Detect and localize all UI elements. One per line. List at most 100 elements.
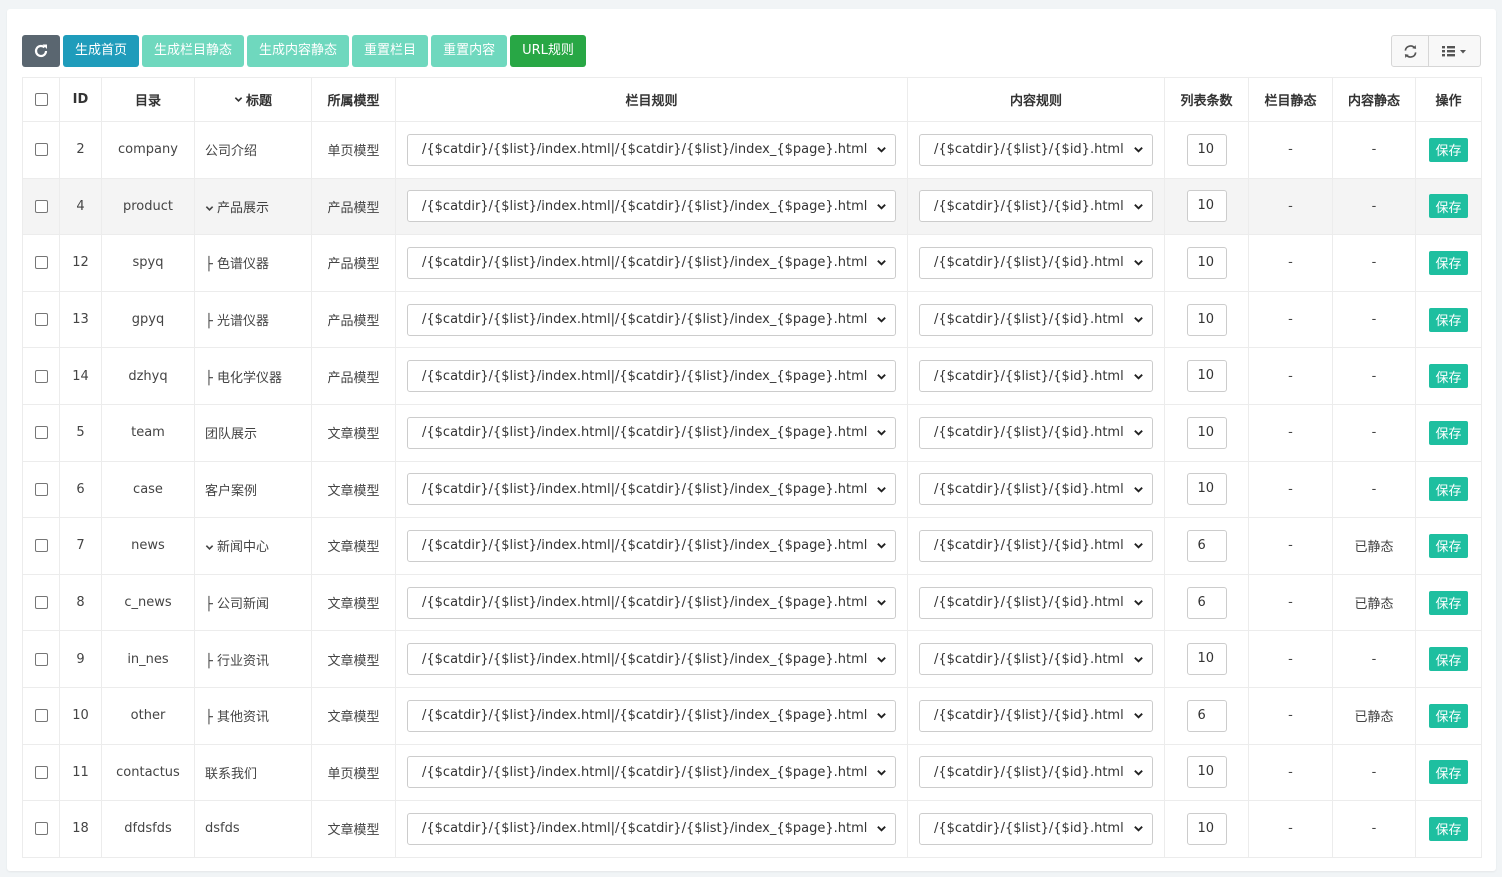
cell-content-static: -	[1332, 234, 1416, 292]
select-arrow-icon	[877, 713, 886, 719]
header-list-count[interactable]: 列表条数	[1164, 77, 1249, 122]
save-button[interactable]: 保存	[1429, 420, 1468, 445]
category-rule-value: /{$catdir}/{$list}/index.html|/{$catdir}…	[422, 708, 868, 724]
list-count-input[interactable]: 6	[1186, 529, 1227, 562]
content-rule-select[interactable]: /{$catdir}/{$list}/{$id}.html	[919, 303, 1153, 336]
content-rule-select[interactable]: /{$catdir}/{$list}/{$id}.html	[919, 812, 1153, 845]
cell-content-rule: /{$catdir}/{$list}/{$id}.html	[907, 573, 1165, 632]
category-rule-select[interactable]: /{$catdir}/{$list}/index.html|/{$catdir}…	[407, 246, 896, 279]
content-rule-select[interactable]: /{$catdir}/{$list}/{$id}.html	[919, 699, 1153, 732]
row-checkbox[interactable]	[34, 256, 48, 270]
content-rule-select[interactable]: /{$catdir}/{$list}/{$id}.html	[919, 416, 1153, 449]
content-rule-select[interactable]: /{$catdir}/{$list}/{$id}.html	[919, 190, 1153, 223]
category-rule-select[interactable]: /{$catdir}/{$list}/index.html|/{$catdir}…	[407, 416, 896, 449]
content-rule-select[interactable]: /{$catdir}/{$list}/{$id}.html	[919, 756, 1153, 789]
row-checkbox[interactable]	[34, 426, 48, 440]
header-content-static[interactable]: 内容静态	[1332, 77, 1416, 122]
list-count-input[interactable]: 10	[1186, 812, 1227, 845]
list-count-input[interactable]: 6	[1186, 586, 1227, 619]
list-count-input[interactable]: 10	[1186, 416, 1227, 449]
content-rule-select[interactable]: /{$catdir}/{$list}/{$id}.html	[919, 246, 1153, 279]
content-rule-select[interactable]: /{$catdir}/{$list}/{$id}.html	[919, 473, 1153, 506]
url-rules-button[interactable]: URL规则	[510, 35, 586, 67]
header-category-rule[interactable]: 栏目规则	[395, 77, 908, 122]
list-count-input[interactable]: 10	[1186, 190, 1227, 223]
row-checkbox[interactable]	[34, 709, 48, 723]
list-count-input[interactable]: 10	[1186, 303, 1227, 336]
generate-content-static-button[interactable]: 生成内容静态	[247, 35, 350, 67]
cell-content-rule: /{$catdir}/{$list}/{$id}.html	[907, 517, 1165, 575]
row-checkbox[interactable]	[34, 765, 48, 779]
category-rule-select[interactable]: /{$catdir}/{$list}/index.html|/{$catdir}…	[407, 190, 896, 223]
category-rule-select[interactable]: /{$catdir}/{$list}/index.html|/{$catdir}…	[407, 303, 896, 336]
category-rule-select[interactable]: /{$catdir}/{$list}/index.html|/{$catdir}…	[407, 360, 896, 393]
list-count-input[interactable]: 10	[1186, 360, 1227, 393]
generate-home-button[interactable]: 生成首页	[63, 35, 140, 67]
header-content-rule[interactable]: 内容规则	[907, 77, 1165, 122]
refresh-button[interactable]	[22, 35, 60, 67]
save-button[interactable]: 保存	[1429, 194, 1468, 219]
content-rule-select[interactable]: /{$catdir}/{$list}/{$id}.html	[919, 586, 1153, 619]
category-rule-select[interactable]: /{$catdir}/{$list}/index.html|/{$catdir}…	[407, 473, 896, 506]
cell-content-rule: /{$catdir}/{$list}/{$id}.html	[907, 460, 1165, 519]
category-rule-select[interactable]: /{$catdir}/{$list}/index.html|/{$catdir}…	[407, 529, 896, 562]
category-rule-select[interactable]: /{$catdir}/{$list}/index.html|/{$catdir}…	[407, 812, 896, 845]
select-all-checkbox[interactable]	[34, 93, 48, 106]
select-arrow-icon	[877, 769, 886, 776]
cell-model: 产品模型	[311, 347, 396, 405]
cell-title: ├ 色谱仪器	[194, 234, 312, 292]
save-button[interactable]: 保存	[1429, 364, 1468, 389]
list-count-input[interactable]: 10	[1186, 756, 1227, 789]
header-title[interactable]: 标题	[194, 77, 312, 122]
list-count-input[interactable]: 10	[1186, 473, 1227, 506]
reset-content-button[interactable]: 重置内容	[431, 35, 508, 67]
cell-id: 9	[59, 630, 102, 688]
save-button[interactable]: 保存	[1429, 477, 1468, 502]
table-refresh-button[interactable]	[1392, 36, 1428, 66]
save-button[interactable]: 保存	[1429, 250, 1468, 275]
category-rule-select[interactable]: /{$catdir}/{$list}/index.html|/{$catdir}…	[407, 643, 896, 676]
content-rule-select[interactable]: /{$catdir}/{$list}/{$id}.html	[919, 529, 1153, 562]
row-checkbox[interactable]	[34, 539, 48, 553]
save-button[interactable]: 保存	[1429, 307, 1468, 332]
reset-category-button[interactable]: 重置栏目	[352, 35, 429, 67]
content-rule-select[interactable]: /{$catdir}/{$list}/{$id}.html	[919, 643, 1153, 676]
row-checkbox[interactable]	[34, 822, 48, 836]
columns-toggle-button[interactable]	[1428, 36, 1480, 66]
save-button[interactable]: 保存	[1429, 703, 1468, 728]
header-id[interactable]: ID	[59, 77, 102, 122]
cell-action: 保存	[1415, 686, 1482, 745]
row-checkbox[interactable]	[34, 313, 48, 327]
content-rule-select[interactable]: /{$catdir}/{$list}/{$id}.html	[919, 360, 1153, 393]
list-count-input[interactable]: 10	[1186, 246, 1227, 279]
list-count-input[interactable]: 6	[1186, 699, 1227, 732]
list-count-input[interactable]: 10	[1186, 643, 1227, 676]
cell-title-text: 联系我们	[205, 766, 258, 782]
save-button[interactable]: 保存	[1429, 647, 1468, 672]
header-category-static[interactable]: 栏目静态	[1248, 77, 1333, 122]
row-checkbox[interactable]	[34, 596, 48, 610]
list-count-input[interactable]: 10	[1186, 133, 1227, 166]
row-checkbox[interactable]	[34, 482, 48, 496]
save-button[interactable]: 保存	[1429, 816, 1468, 841]
category-rule-select[interactable]: /{$catdir}/{$list}/index.html|/{$catdir}…	[407, 133, 896, 166]
content-rule-select[interactable]: /{$catdir}/{$list}/{$id}.html	[919, 133, 1153, 166]
save-button[interactable]: 保存	[1429, 137, 1468, 162]
header-dir[interactable]: 目录	[101, 77, 195, 122]
row-checkbox[interactable]	[34, 199, 48, 213]
category-rule-select[interactable]: /{$catdir}/{$list}/index.html|/{$catdir}…	[407, 756, 896, 789]
cell-content-static: -	[1332, 290, 1416, 349]
row-checkbox[interactable]	[34, 652, 48, 666]
category-rule-select[interactable]: /{$catdir}/{$list}/index.html|/{$catdir}…	[407, 586, 896, 619]
save-button[interactable]: 保存	[1429, 590, 1468, 615]
save-button[interactable]: 保存	[1429, 760, 1468, 785]
category-rule-select[interactable]: /{$catdir}/{$list}/index.html|/{$catdir}…	[407, 699, 896, 732]
cell-dir: dzhyq	[101, 347, 195, 405]
save-button[interactable]: 保存	[1429, 533, 1468, 558]
row-checkbox[interactable]	[34, 143, 48, 157]
generate-category-static-button[interactable]: 生成栏目静态	[142, 35, 245, 67]
header-model[interactable]: 所属模型	[311, 77, 396, 122]
select-arrow-icon	[877, 430, 886, 436]
cell-list-count: 10	[1164, 177, 1249, 236]
row-checkbox[interactable]	[34, 369, 48, 383]
